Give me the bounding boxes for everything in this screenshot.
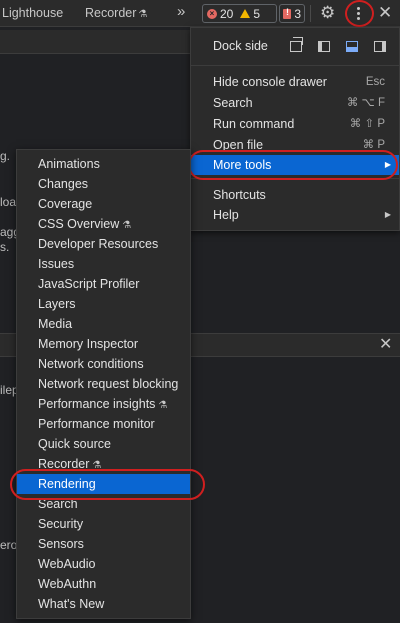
background-text-fragment: g. [0,149,11,163]
menu-item-shortcut: ⌘ ⇧ P [349,118,385,130]
submenu-item-label: Animations [38,157,100,171]
submenu-item-quick-source[interactable]: Quick source [17,434,190,454]
submenu-item-label: Layers [38,297,76,311]
dock-left-icon[interactable] [318,41,330,52]
close-drawer-icon[interactable]: ✕ [379,336,392,354]
console-counts-button[interactable]: × 20 5 [202,4,277,23]
flask-icon: ⚗ [122,220,132,231]
issues-counter-button[interactable]: 3 [279,4,305,23]
submenu-item-label: Developer Resources [38,237,159,251]
close-devtools-icon[interactable]: ✕ [378,3,392,23]
more-tools-submenu: Animations Changes Coverage CSS Overview… [16,149,191,619]
submenu-item-label: Security [38,517,84,531]
submenu-item-label: Network conditions [38,357,144,371]
submenu-item-label: JavaScript Profiler [38,277,140,291]
submenu-item-label: Performance monitor [38,417,155,431]
submenu-item-label: Media [38,317,73,331]
menu-item-help[interactable]: Help ▶ [191,205,399,225]
highlight-ring-rendering [10,469,205,500]
menu-item-shortcut: Esc [365,76,385,88]
submenu-item-label: What's New [38,597,105,611]
dock-bottom-icon[interactable] [346,41,358,52]
warnings-count: 5 [253,6,261,21]
devtools-toolbar: Lighthouse Recorder⚗ » × 20 5 3 ⚙ ✕ [0,0,400,27]
issues-count: 3 [294,6,301,21]
submenu-item-label: Memory Inspector [38,337,139,351]
flask-icon: ⚗ [158,400,168,411]
submenu-item-javascript-profiler[interactable]: JavaScript Profiler [17,274,190,294]
submenu-item-changes[interactable]: Changes [17,174,190,194]
submenu-item-whats-new[interactable]: What's New [17,594,190,614]
tab-recorder[interactable]: Recorder ⚗ [85,0,147,26]
background-text-fragment: s. [0,240,10,254]
menu-divider [191,65,399,66]
undock-icon[interactable] [290,37,303,52]
submenu-item-memory-inspector[interactable]: Memory Inspector [17,334,190,354]
submenu-item-layers[interactable]: Layers [17,294,190,314]
menu-item-hide-console-drawer[interactable]: Hide console drawer Esc [191,72,399,92]
submenu-item-network-conditions[interactable]: Network conditions [17,354,190,374]
menu-item-label: Shortcuts [213,188,266,202]
submenu-item-label: Performance insights [38,397,156,411]
menu-item-label: Search [213,96,253,110]
submenu-item-label: WebAudio [38,557,96,571]
submenu-item-css-overview[interactable]: CSS Overview ⚗ [17,214,190,234]
submenu-item-label: WebAuthn [38,577,97,591]
menu-item-label: Hide console drawer [213,75,327,89]
submenu-item-performance-insights[interactable]: Performance insights ⚗ [17,394,190,414]
error-icon: × [207,8,217,19]
tab-lighthouse[interactable]: Lighthouse [2,0,63,26]
submenu-item-label: Coverage [38,197,93,211]
menu-item-shortcuts[interactable]: Shortcuts [191,185,399,205]
menu-item-label: Run command [213,117,295,131]
menu-item-search[interactable]: Search ⌘ ⌥ F [191,93,399,113]
submenu-item-label: Sensors [38,537,84,551]
submenu-item-sensors[interactable]: Sensors [17,534,190,554]
customize-menu: Dock side Hide console drawer Esc Search… [190,27,400,231]
submenu-item-performance-monitor[interactable]: Performance monitor [17,414,190,434]
submenu-arrow-icon: ▶ [384,210,391,219]
toolbar-divider [310,5,311,22]
menu-item-label: Help [213,208,239,222]
highlight-ring-kebab [345,0,374,27]
background-text-fragment: loa [0,195,17,209]
submenu-item-coverage[interactable]: Coverage [17,194,190,214]
submenu-item-developer-resources[interactable]: Developer Resources [17,234,190,254]
submenu-item-webaudio[interactable]: WebAudio [17,554,190,574]
more-tabs-button[interactable]: » [177,0,185,26]
submenu-item-label: Changes [38,177,89,191]
submenu-item-security[interactable]: Security [17,514,190,534]
submenu-item-label: Issues [38,257,75,271]
flask-icon: ⚗ [138,9,148,20]
dock-side-label: Dock side [213,39,268,53]
warning-icon [240,9,251,18]
tab-recorder-label: Recorder [85,6,137,20]
submenu-item-label: Quick source [38,437,111,451]
menu-item-shortcut: ⌘ ⌥ F [346,97,385,109]
submenu-item-media[interactable]: Media [17,314,190,334]
submenu-item-network-request-blocking[interactable]: Network request blocking [17,374,190,394]
errors-count: 20 [220,6,234,21]
menu-item-run-command[interactable]: Run command ⌘ ⇧ P [191,114,399,134]
panel-subtoolbar [0,30,190,54]
submenu-item-label: CSS Overview [38,217,120,231]
highlight-ring-more-tools [188,150,398,180]
submenu-item-webauthn[interactable]: WebAuthn [17,574,190,594]
submenu-item-issues[interactable]: Issues [17,254,190,274]
submenu-item-label: Network request blocking [38,377,179,391]
dock-right-icon[interactable] [374,41,386,52]
issues-icon [283,7,292,19]
settings-gear-icon[interactable]: ⚙ [320,4,335,22]
submenu-item-animations[interactable]: Animations [17,154,190,174]
